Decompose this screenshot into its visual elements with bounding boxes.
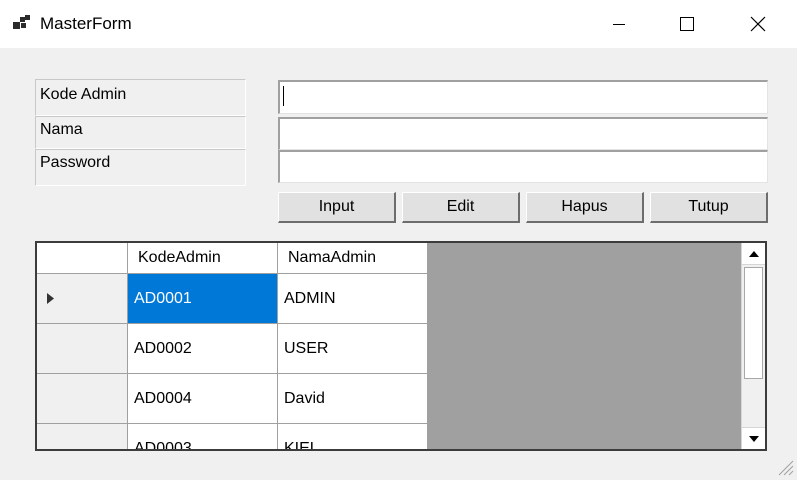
cell-kode-admin[interactable]: AD0001 bbox=[128, 274, 278, 324]
row-header[interactable] bbox=[37, 274, 128, 324]
kode-admin-label: Kode Admin bbox=[35, 79, 246, 116]
arrow-up-icon bbox=[748, 250, 759, 257]
window-title: MasterForm bbox=[40, 14, 132, 33]
cell-nama-admin[interactable]: KIEL bbox=[278, 424, 428, 449]
column-header-nama-admin[interactable]: NamaAdmin bbox=[278, 243, 428, 274]
scroll-up-button[interactable] bbox=[742, 243, 765, 265]
vertical-scrollbar[interactable] bbox=[741, 243, 765, 449]
grid-header-row: KodeAdmin NamaAdmin bbox=[37, 243, 428, 274]
tutup-button[interactable]: Tutup bbox=[650, 192, 768, 223]
text-caret bbox=[283, 86, 284, 106]
password-input[interactable] bbox=[278, 150, 768, 183]
table-row[interactable]: AD0004 David bbox=[37, 374, 428, 424]
column-header-kode-admin[interactable]: KodeAdmin bbox=[128, 243, 278, 274]
row-header[interactable] bbox=[37, 424, 128, 449]
title-bar[interactable]: MasterForm bbox=[0, 0, 797, 48]
grid-corner-header[interactable] bbox=[37, 243, 128, 274]
cell-nama-admin[interactable]: David bbox=[278, 374, 428, 424]
close-icon bbox=[750, 16, 766, 32]
cell-kode-admin[interactable]: AD0002 bbox=[128, 324, 278, 374]
password-label: Password bbox=[35, 149, 246, 186]
app-grid-icon bbox=[13, 15, 30, 29]
cell-kode-admin[interactable]: AD0003 bbox=[128, 424, 278, 449]
table-row[interactable]: AD0002 USER bbox=[37, 324, 428, 374]
close-button[interactable] bbox=[729, 0, 787, 48]
cell-kode-admin[interactable]: AD0004 bbox=[128, 374, 278, 424]
master-form-window: MasterForm Kode Admin Nama Password Inpu… bbox=[0, 0, 797, 480]
table-row[interactable]: AD0003 KIEL bbox=[37, 424, 428, 449]
nama-label: Nama bbox=[35, 116, 246, 149]
row-header[interactable] bbox=[37, 374, 128, 424]
arrow-down-icon bbox=[748, 435, 759, 442]
input-button[interactable]: Input bbox=[278, 192, 396, 223]
maximize-icon bbox=[680, 17, 694, 31]
cell-nama-admin[interactable]: ADMIN bbox=[278, 274, 428, 324]
row-header[interactable] bbox=[37, 324, 128, 374]
minimize-button[interactable] bbox=[590, 0, 648, 48]
scrollbar-thumb[interactable] bbox=[744, 267, 763, 379]
row-pointer-icon bbox=[47, 293, 54, 304]
scroll-down-button[interactable] bbox=[742, 427, 765, 449]
cell-nama-admin[interactable]: USER bbox=[278, 324, 428, 374]
admin-data-grid[interactable]: KodeAdmin NamaAdmin AD0001 ADMIN AD0002 … bbox=[35, 241, 767, 451]
maximize-button[interactable] bbox=[658, 0, 716, 48]
hapus-button[interactable]: Hapus bbox=[526, 192, 644, 223]
minimize-icon bbox=[613, 24, 625, 25]
nama-input[interactable] bbox=[278, 117, 768, 150]
edit-button[interactable]: Edit bbox=[402, 192, 520, 223]
resize-grip-icon[interactable] bbox=[776, 458, 794, 476]
table-row[interactable]: AD0001 ADMIN bbox=[37, 274, 428, 324]
kode-admin-input[interactable] bbox=[278, 80, 768, 114]
